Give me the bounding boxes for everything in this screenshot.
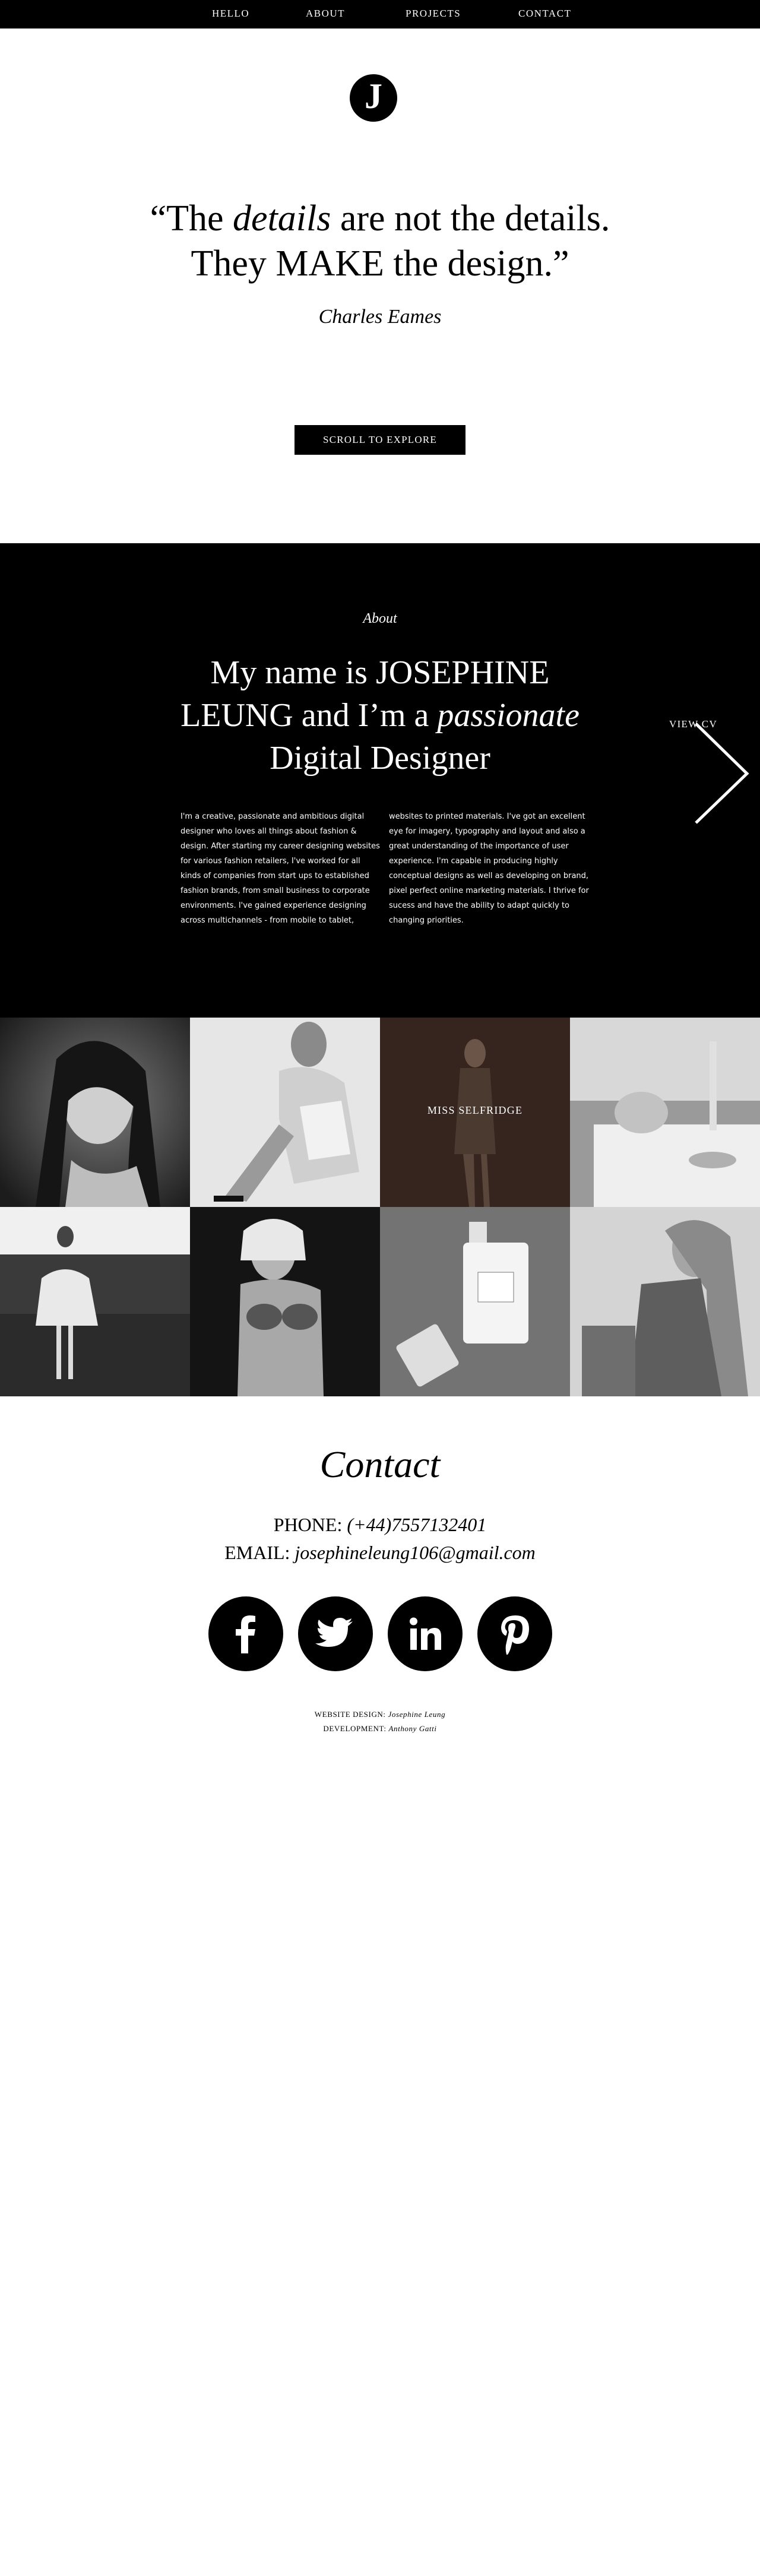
pinterest-icon — [501, 1615, 529, 1655]
nav-item-projects[interactable]: PROJECTS — [406, 8, 461, 20]
pinterest-button[interactable] — [477, 1596, 552, 1671]
quote-author: Charles Eames — [318, 306, 442, 328]
project-image — [0, 1207, 190, 1396]
project-tile[interactable] — [570, 1207, 760, 1396]
project-image — [570, 1018, 760, 1207]
email-label: EMAIL: — [224, 1542, 295, 1563]
project-tile[interactable] — [0, 1018, 190, 1207]
project-tile-label: MISS SELFRIDGE — [427, 1104, 523, 1116]
about-heading: My name is JOSEPHINE LEUNG and I’m a pas… — [142, 651, 618, 780]
chevron-right-icon[interactable] — [692, 721, 752, 825]
quote-mid: are not the details. — [331, 198, 610, 239]
hero-quote: “The details are not the details. They M… — [83, 196, 677, 286]
contact-email: EMAIL: josephineleung106@gmail.com — [142, 1542, 618, 1564]
project-image — [190, 1207, 380, 1396]
quote-open: “The — [150, 198, 233, 239]
quote-emphasis: details — [233, 198, 331, 239]
about-label: About — [363, 611, 397, 626]
contact-phone: PHONE: (+44)7557132401 — [142, 1514, 618, 1536]
email-value[interactable]: josephineleung106@gmail.com — [294, 1542, 535, 1563]
dev-label: DEVELOPMENT: — [323, 1724, 389, 1733]
project-tile-miss-selfridge[interactable]: MISS SELFRIDGE — [380, 1018, 570, 1207]
about-section: About My name is JOSEPHINE LEUNG and I’m… — [0, 543, 760, 1018]
about-heading-line-2: LEUNG and I’m a — [180, 697, 438, 734]
project-tile[interactable] — [190, 1018, 380, 1207]
nav-item-about[interactable]: ABOUT — [306, 8, 345, 20]
nav-item-hello[interactable]: HELLO — [212, 8, 249, 20]
twitter-button[interactable] — [298, 1596, 373, 1671]
about-text-left: I'm a creative, passionate and ambitious… — [180, 812, 380, 925]
linkedin-icon — [410, 1617, 441, 1650]
project-tile[interactable] — [380, 1207, 570, 1396]
contact-title: Contact — [319, 1443, 441, 1485]
logo-letter: J — [365, 77, 382, 116]
project-image — [380, 1207, 570, 1396]
dev-name: Anthony Gatti — [388, 1724, 437, 1733]
credits-design: WEBSITE DESIGN: Josephine Leung — [202, 1710, 558, 1719]
twitter-icon — [315, 1618, 353, 1647]
about-text-right: websites to printed materials. I've got … — [389, 812, 589, 925]
about-heading-line-1: My name is JOSEPHINE — [210, 654, 550, 691]
nav-item-contact[interactable]: CONTACT — [518, 8, 571, 20]
project-tile[interactable] — [570, 1018, 760, 1207]
quote-line-2: They MAKE the design.” — [191, 243, 569, 284]
about-heading-emphasis: passionate — [437, 697, 580, 734]
phone-label: PHONE: — [273, 1514, 347, 1535]
credits-development: DEVELOPMENT: Anthony Gatti — [202, 1724, 558, 1734]
project-gallery: MISS SELFRIDGE — [0, 1018, 760, 1396]
facebook-icon — [236, 1615, 255, 1653]
project-tile[interactable] — [0, 1207, 190, 1396]
design-name: Josephine Leung — [388, 1710, 446, 1719]
project-tile[interactable] — [190, 1207, 380, 1396]
project-image — [190, 1018, 380, 1207]
logo[interactable]: J — [350, 74, 397, 122]
about-heading-line-3: Digital Designer — [270, 740, 490, 777]
linkedin-button[interactable] — [388, 1596, 463, 1671]
top-nav: HELLO ABOUT PROJECTS CONTACT — [0, 0, 760, 28]
project-image — [570, 1207, 760, 1396]
phone-value[interactable]: (+44)7557132401 — [347, 1514, 486, 1535]
project-image — [0, 1018, 190, 1207]
design-label: WEBSITE DESIGN: — [314, 1710, 388, 1719]
facebook-button[interactable] — [208, 1596, 283, 1671]
scroll-to-explore-button[interactable]: SCROLL TO EXPLORE — [294, 425, 466, 455]
